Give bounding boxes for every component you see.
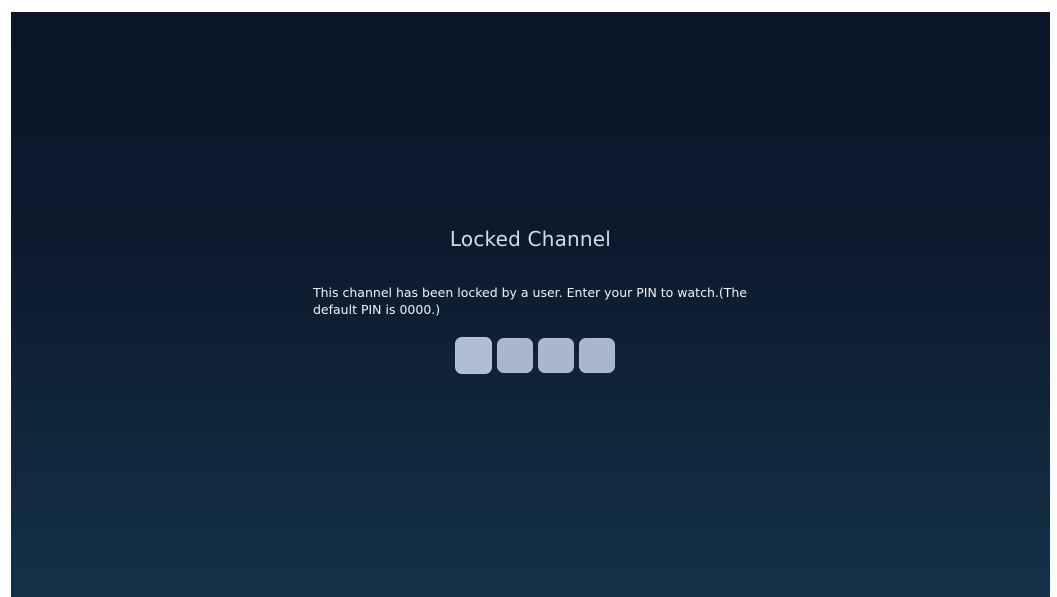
pin-digit-3[interactable] [538,338,574,373]
tv-screen: Locked Channel This channel has been loc… [11,12,1050,597]
dialog-title: Locked Channel [449,227,612,251]
pin-digit-4[interactable] [579,338,615,373]
pin-digit-2[interactable] [497,338,533,373]
pin-digit-1[interactable] [455,337,492,374]
dialog-message: This channel has been locked by a user. … [313,285,747,317]
pin-entry [455,337,615,374]
